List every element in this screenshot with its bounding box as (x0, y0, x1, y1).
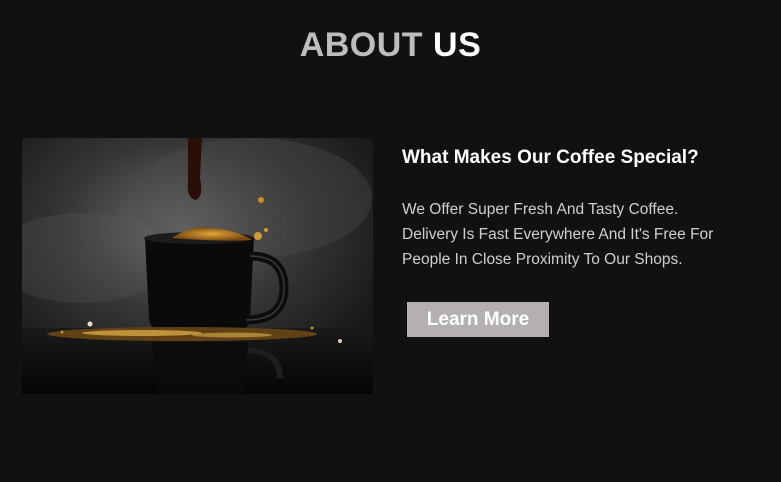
section-title-about: ABOUT (299, 26, 424, 64)
about-subtitle: What Makes Our Coffee Special? (402, 147, 699, 168)
learn-more-button[interactable]: Learn More (407, 302, 549, 337)
about-section: ABOUT US What Makes Our Coffee Special? … (0, 0, 781, 482)
about-description-line: We Offer Super Fresh And Tasty Coffee. (402, 201, 679, 218)
section-title-us: US (433, 26, 482, 64)
about-description-line: Delivery Is Fast Everywhere And It's Fre… (402, 226, 714, 243)
about-description-line: People In Close Proximity To Our Shops. (402, 251, 683, 268)
coffee-cup-photo (22, 138, 373, 394)
about-description: We Offer Super Fresh And Tasty Coffee. D… (402, 197, 762, 272)
section-title: ABOUT US (0, 24, 781, 66)
